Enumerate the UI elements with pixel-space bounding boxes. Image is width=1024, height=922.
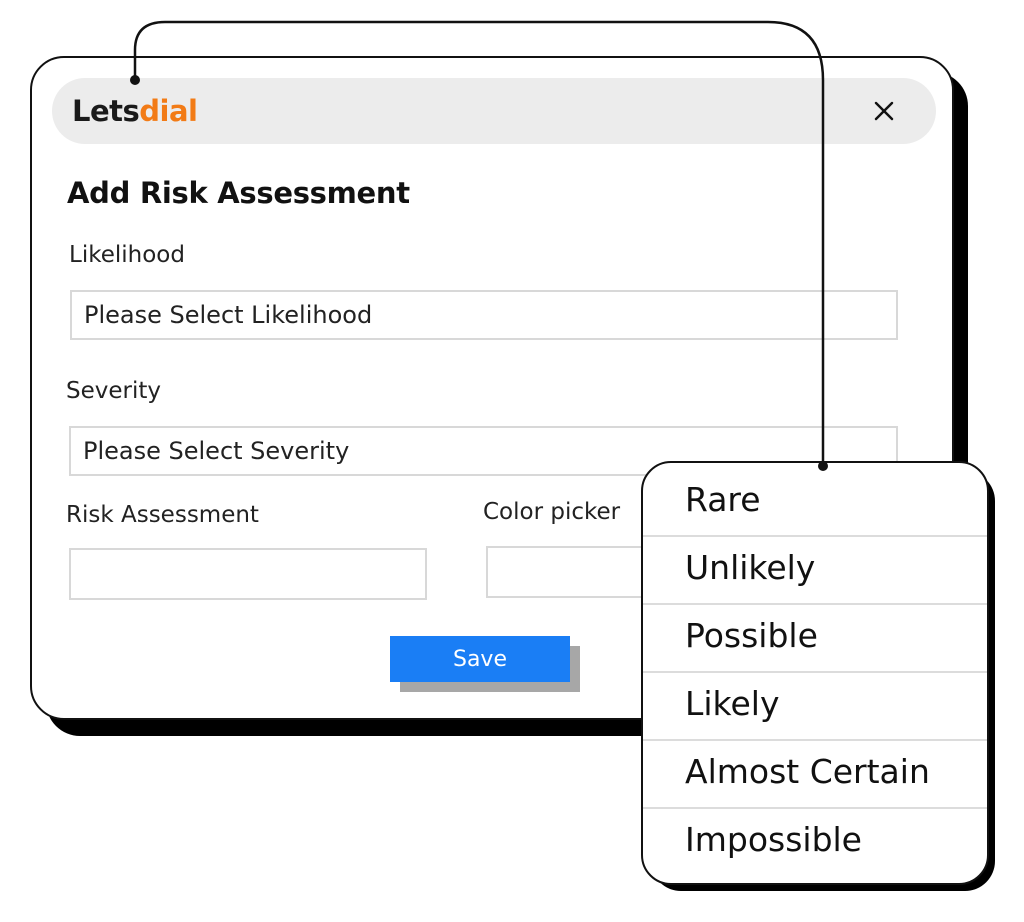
dropdown-option-possible[interactable]: Possible bbox=[643, 605, 987, 673]
letsdial-logo: Letsdial bbox=[72, 91, 198, 131]
dropdown-option-likely[interactable]: Likely bbox=[643, 673, 987, 741]
severity-label: Severity bbox=[66, 378, 161, 404]
form-title: Add Risk Assessment bbox=[67, 176, 410, 210]
dropdown-option-almost-certain[interactable]: Almost Certain bbox=[643, 741, 987, 809]
likelihood-options-dropdown: Rare Unlikely Possible Likely Almost Cer… bbox=[641, 461, 989, 885]
dropdown-option-rare[interactable]: Rare bbox=[643, 469, 987, 537]
close-button[interactable] bbox=[868, 95, 900, 127]
close-icon bbox=[874, 101, 894, 121]
likelihood-select[interactable]: Please Select Likelihood bbox=[70, 290, 898, 340]
dropdown-option-impossible[interactable]: Impossible bbox=[643, 809, 987, 877]
dropdown-list: Rare Unlikely Possible Likely Almost Cer… bbox=[643, 469, 987, 877]
risk-assessment-label: Risk Assessment bbox=[66, 502, 259, 528]
logo-text-lets: Lets bbox=[72, 94, 140, 128]
color-picker-label: Color picker bbox=[483, 499, 621, 525]
dialog-header: Letsdial bbox=[52, 78, 936, 144]
risk-assessment-input[interactable] bbox=[69, 548, 427, 600]
dropdown-option-unlikely[interactable]: Unlikely bbox=[643, 537, 987, 605]
save-button[interactable]: Save bbox=[390, 636, 570, 682]
likelihood-label: Likelihood bbox=[69, 242, 185, 268]
logo-text-dial: dial bbox=[139, 94, 198, 128]
